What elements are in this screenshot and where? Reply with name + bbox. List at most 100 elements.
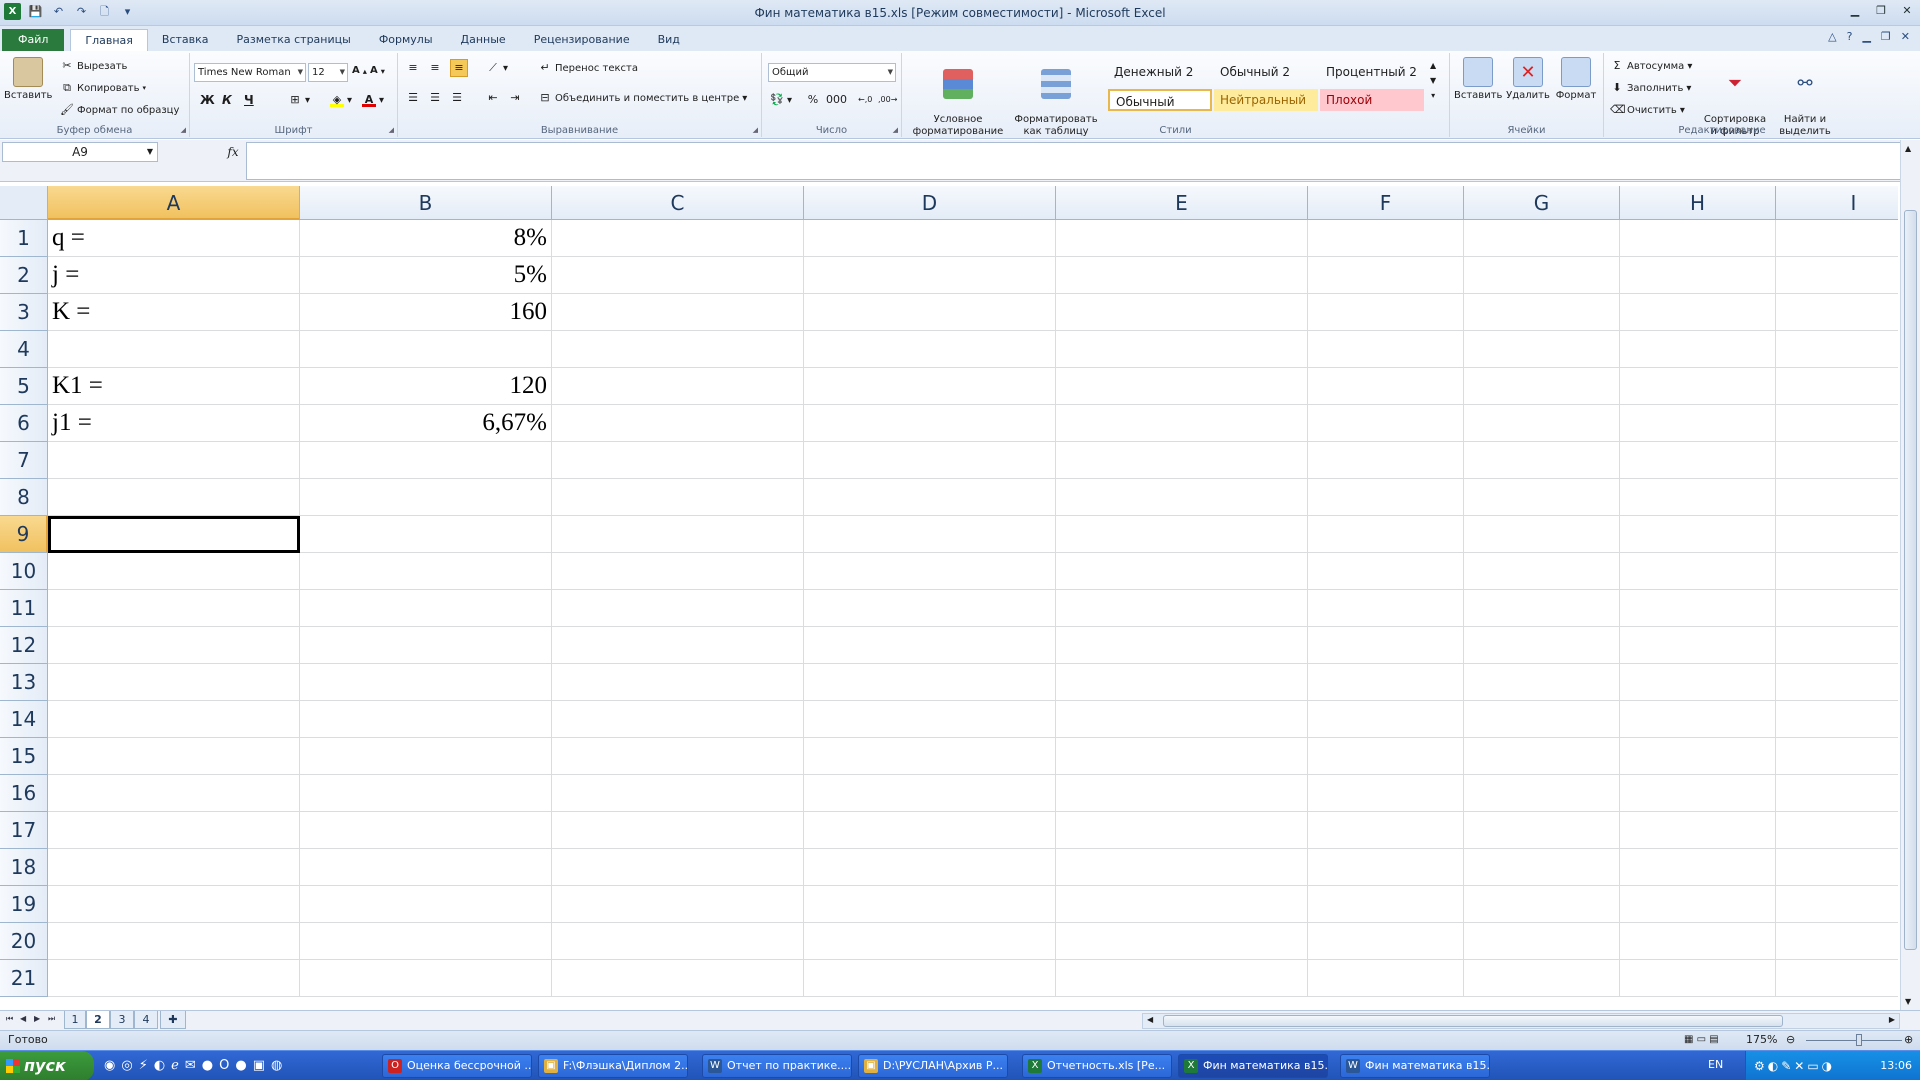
start-button[interactable]: пуск bbox=[0, 1051, 94, 1080]
align-top-button[interactable]: ≡ bbox=[406, 61, 420, 75]
cell-d20[interactable] bbox=[804, 923, 1056, 960]
zoom-out-icon[interactable]: ⊖ bbox=[1786, 1031, 1795, 1049]
cell-a14[interactable] bbox=[48, 701, 300, 738]
decrease-indent-button[interactable]: ⇤ bbox=[486, 91, 500, 105]
cell-d12[interactable] bbox=[804, 627, 1056, 664]
cell-h7[interactable] bbox=[1620, 442, 1776, 479]
cell-f4[interactable] bbox=[1308, 331, 1464, 368]
quick-launch-app-icon[interactable]: ◉ bbox=[104, 1058, 115, 1073]
taskbar-item-excel-1[interactable]: X Отчетность.xls [Ре... bbox=[1022, 1054, 1172, 1078]
row-header-19[interactable]: 19 bbox=[0, 886, 48, 923]
ie-icon[interactable]: ℯ bbox=[171, 1058, 179, 1073]
cell-f11[interactable] bbox=[1308, 590, 1464, 627]
cell-g2[interactable] bbox=[1464, 257, 1620, 294]
cell-b5[interactable]: 120 bbox=[300, 368, 552, 405]
cell-i18[interactable] bbox=[1776, 849, 1898, 886]
doc-restore-icon[interactable]: ❐ bbox=[1881, 30, 1891, 43]
cell-d17[interactable] bbox=[804, 812, 1056, 849]
cell-b1[interactable]: 8% bbox=[300, 220, 552, 257]
cell-i16[interactable] bbox=[1776, 775, 1898, 812]
align-left-button[interactable]: ☰ bbox=[406, 91, 420, 105]
tray-icons[interactable]: ⚙◐✎✕▭◑ bbox=[1754, 1051, 1835, 1080]
row-header-13[interactable]: 13 bbox=[0, 664, 48, 701]
cell-d1[interactable] bbox=[804, 220, 1056, 257]
row-header-8[interactable]: 8 bbox=[0, 479, 48, 516]
cell-g16[interactable] bbox=[1464, 775, 1620, 812]
cell-e14[interactable] bbox=[1056, 701, 1308, 738]
minimize-ribbon-icon[interactable]: △ bbox=[1828, 30, 1836, 43]
delete-cells-button[interactable]: ✕ Удалить bbox=[1504, 57, 1552, 102]
decrease-decimal-button[interactable]: ,00→ bbox=[878, 93, 897, 107]
cell-g4[interactable] bbox=[1464, 331, 1620, 368]
cell-g13[interactable] bbox=[1464, 664, 1620, 701]
cell-g12[interactable] bbox=[1464, 627, 1620, 664]
cell-c13[interactable] bbox=[552, 664, 804, 701]
row-header-14[interactable]: 14 bbox=[0, 701, 48, 738]
language-indicator[interactable]: EN bbox=[1708, 1058, 1723, 1071]
cell-g15[interactable] bbox=[1464, 738, 1620, 775]
cell-c7[interactable] bbox=[552, 442, 804, 479]
formula-input[interactable] bbox=[246, 142, 1904, 180]
cell-h19[interactable] bbox=[1620, 886, 1776, 923]
cell-b18[interactable] bbox=[300, 849, 552, 886]
row-header-2[interactable]: 2 bbox=[0, 257, 48, 294]
cell-b12[interactable] bbox=[300, 627, 552, 664]
col-header-g[interactable]: G bbox=[1464, 186, 1620, 220]
cell-f21[interactable] bbox=[1308, 960, 1464, 997]
cell-c21[interactable] bbox=[552, 960, 804, 997]
cell-c9[interactable] bbox=[552, 516, 804, 553]
cell-i14[interactable] bbox=[1776, 701, 1898, 738]
doc-minimize-icon[interactable]: ▁ bbox=[1862, 30, 1870, 43]
cell-f9[interactable] bbox=[1308, 516, 1464, 553]
col-header-e[interactable]: E bbox=[1056, 186, 1308, 220]
opera-icon[interactable]: O bbox=[219, 1058, 229, 1073]
cell-a2[interactable]: j = bbox=[48, 257, 300, 294]
bold-button[interactable]: Ж bbox=[200, 93, 215, 107]
cell-g5[interactable] bbox=[1464, 368, 1620, 405]
cell-d14[interactable] bbox=[804, 701, 1056, 738]
zoom-level[interactable]: 175% bbox=[1746, 1031, 1777, 1049]
cell-f18[interactable] bbox=[1308, 849, 1464, 886]
number-launcher-icon[interactable]: ◢ bbox=[893, 126, 898, 134]
cell-c4[interactable] bbox=[552, 331, 804, 368]
cell-d13[interactable] bbox=[804, 664, 1056, 701]
cell-c3[interactable] bbox=[552, 294, 804, 331]
cell-e13[interactable] bbox=[1056, 664, 1308, 701]
quick-launch-orange-icon[interactable]: ● bbox=[235, 1058, 246, 1073]
cell-g11[interactable] bbox=[1464, 590, 1620, 627]
tab-formulas[interactable]: Формулы bbox=[365, 29, 447, 51]
cell-b3[interactable]: 160 bbox=[300, 294, 552, 331]
col-header-b[interactable]: B bbox=[300, 186, 552, 220]
cell-e8[interactable] bbox=[1056, 479, 1308, 516]
cell-a13[interactable] bbox=[48, 664, 300, 701]
cell-h6[interactable] bbox=[1620, 405, 1776, 442]
cell-f12[interactable] bbox=[1308, 627, 1464, 664]
cell-e7[interactable] bbox=[1056, 442, 1308, 479]
restore-icon[interactable]: ❐ bbox=[1874, 4, 1888, 17]
cell-c12[interactable] bbox=[552, 627, 804, 664]
cell-b10[interactable] bbox=[300, 553, 552, 590]
align-bottom-button[interactable]: ≡ bbox=[450, 59, 468, 77]
underline-button[interactable]: Ч bbox=[244, 93, 254, 107]
borders-button[interactable]: ⊞ ▾ bbox=[288, 93, 310, 107]
row-header-21[interactable]: 21 bbox=[0, 960, 48, 997]
cell-e18[interactable] bbox=[1056, 849, 1308, 886]
cell-d11[interactable] bbox=[804, 590, 1056, 627]
cell-c15[interactable] bbox=[552, 738, 804, 775]
col-header-i[interactable]: I bbox=[1776, 186, 1898, 220]
cell-i5[interactable] bbox=[1776, 368, 1898, 405]
cell-e16[interactable] bbox=[1056, 775, 1308, 812]
cell-e9[interactable] bbox=[1056, 516, 1308, 553]
cell-g6[interactable] bbox=[1464, 405, 1620, 442]
cell-f17[interactable] bbox=[1308, 812, 1464, 849]
cell-d7[interactable] bbox=[804, 442, 1056, 479]
cell-b13[interactable] bbox=[300, 664, 552, 701]
clipboard-launcher-icon[interactable]: ◢ bbox=[181, 126, 186, 134]
help-icon[interactable]: ? bbox=[1847, 30, 1853, 43]
cell-d6[interactable] bbox=[804, 405, 1056, 442]
style-bad[interactable]: Плохой bbox=[1320, 89, 1424, 111]
cell-b8[interactable] bbox=[300, 479, 552, 516]
cell-b9[interactable] bbox=[300, 516, 552, 553]
cell-d4[interactable] bbox=[804, 331, 1056, 368]
cell-i3[interactable] bbox=[1776, 294, 1898, 331]
